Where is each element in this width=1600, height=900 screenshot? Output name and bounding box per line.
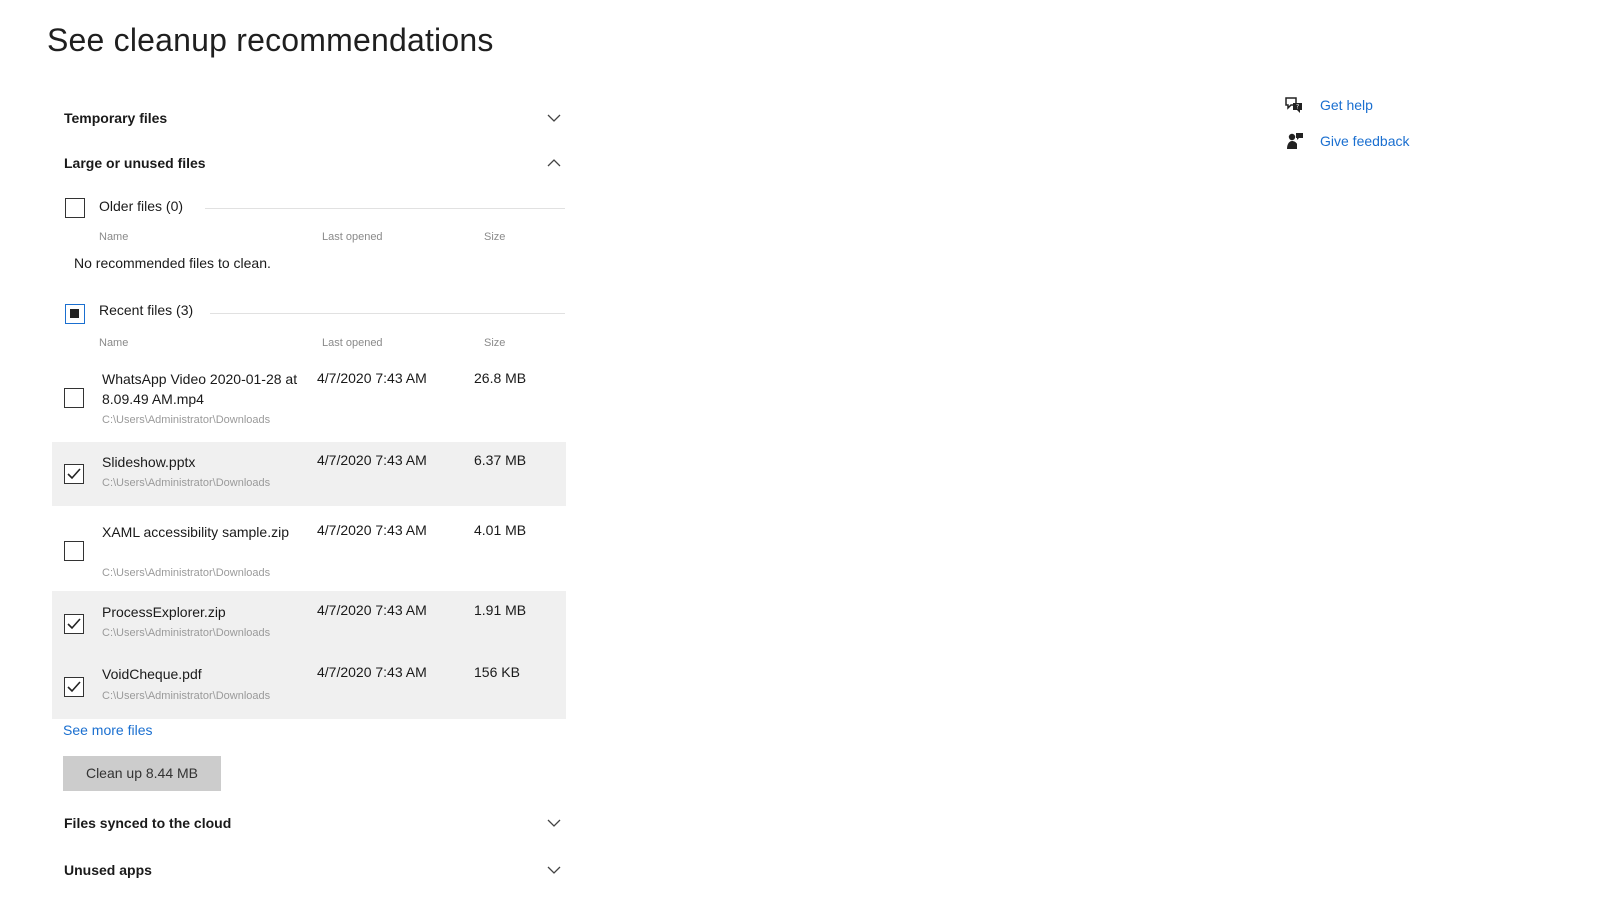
give-feedback-link[interactable]: Give feedback xyxy=(1320,133,1410,149)
checkmark-icon xyxy=(67,618,81,630)
section-label: Unused apps xyxy=(64,862,152,878)
file-row[interactable]: XAML accessibility sample.zip C:\Users\A… xyxy=(52,506,566,591)
recent-files-label: Recent files (3) xyxy=(99,302,194,318)
checkmark-icon xyxy=(67,681,81,693)
file-size: 6.37 MB xyxy=(474,452,527,468)
file-size: 4.01 MB xyxy=(474,522,527,538)
file-size: 26.8 MB xyxy=(474,370,527,386)
file-last-opened: 4/7/2020 7:43 AM xyxy=(317,370,427,386)
divider xyxy=(205,208,565,209)
file-path: C:\Users\Administrator\Downloads xyxy=(102,477,271,489)
file-name: ProcessExplorer.zip xyxy=(102,604,226,620)
file-checkbox[interactable] xyxy=(64,541,84,561)
file-last-opened: 4/7/2020 7:43 AM xyxy=(317,664,427,680)
file-last-opened: 4/7/2020 7:43 AM xyxy=(317,602,427,618)
partial-check-indicator xyxy=(70,309,79,318)
section-label: Temporary files xyxy=(64,110,168,126)
section-label: Files synced to the cloud xyxy=(64,815,232,831)
checkmark-icon xyxy=(67,468,81,480)
file-row[interactable]: Slideshow.pptx C:\Users\Administrator\Do… xyxy=(52,442,566,506)
column-header-name: Name xyxy=(99,337,129,349)
file-size: 156 KB xyxy=(474,664,520,680)
chevron-down-icon xyxy=(546,815,562,831)
file-path: C:\Users\Administrator\Downloads xyxy=(102,690,271,702)
section-files-synced-cloud[interactable]: Files synced to the cloud xyxy=(64,808,564,838)
file-row[interactable]: ProcessExplorer.zip C:\Users\Administrat… xyxy=(52,591,566,655)
get-help-item[interactable]: ? Get help xyxy=(1283,94,1483,116)
divider xyxy=(210,313,565,314)
empty-message: No recommended files to clean. xyxy=(74,255,271,271)
feedback-icon xyxy=(1283,130,1305,152)
chevron-down-icon xyxy=(546,862,562,878)
cleanup-button[interactable]: Clean up 8.44 MB xyxy=(63,756,221,791)
file-path: C:\Users\Administrator\Downloads xyxy=(102,627,271,639)
recent-files-checkbox[interactable] xyxy=(65,304,85,324)
file-path: C:\Users\Administrator\Downloads xyxy=(102,567,271,579)
see-more-files-link[interactable]: See more files xyxy=(63,722,152,738)
svg-text:?: ? xyxy=(1296,104,1299,111)
file-name: Slideshow.pptx xyxy=(102,454,196,470)
file-checkbox[interactable] xyxy=(64,388,84,408)
chevron-down-icon xyxy=(546,110,562,126)
older-files-checkbox[interactable] xyxy=(65,198,85,218)
section-label: Large or unused files xyxy=(64,155,206,171)
file-name: VoidCheque.pdf xyxy=(102,666,202,682)
file-last-opened: 4/7/2020 7:43 AM xyxy=(317,452,427,468)
file-name: XAML accessibility sample.zip xyxy=(102,524,289,540)
chevron-up-icon xyxy=(546,155,562,171)
file-name: WhatsApp Video 2020-01-28 at 8.09.49 AM.… xyxy=(102,371,298,407)
file-row[interactable]: WhatsApp Video 2020-01-28 at 8.09.49 AM.… xyxy=(52,362,566,442)
section-unused-apps[interactable]: Unused apps xyxy=(64,855,564,885)
file-checkbox[interactable] xyxy=(64,464,84,484)
file-size: 1.91 MB xyxy=(474,602,527,618)
file-last-opened: 4/7/2020 7:43 AM xyxy=(317,522,427,538)
help-chat-icon: ? xyxy=(1283,94,1305,116)
column-header-name: Name xyxy=(99,231,129,243)
file-checkbox[interactable] xyxy=(64,614,84,634)
column-header-last-opened: Last opened xyxy=(322,337,383,349)
get-help-link[interactable]: Get help xyxy=(1320,97,1373,113)
page-title: See cleanup recommendations xyxy=(47,22,494,58)
section-temporary-files[interactable]: Temporary files xyxy=(64,103,564,133)
file-checkbox[interactable] xyxy=(64,677,84,697)
older-files-label: Older files (0) xyxy=(99,198,184,214)
give-feedback-item[interactable]: Give feedback xyxy=(1283,130,1483,152)
column-header-size: Size xyxy=(484,231,506,243)
column-header-last-opened: Last opened xyxy=(322,231,383,243)
file-path: C:\Users\Administrator\Downloads xyxy=(102,414,271,426)
section-large-unused-files[interactable]: Large or unused files xyxy=(64,148,564,178)
file-row[interactable]: VoidCheque.pdf C:\Users\Administrator\Do… xyxy=(52,655,566,719)
column-header-size: Size xyxy=(484,337,506,349)
